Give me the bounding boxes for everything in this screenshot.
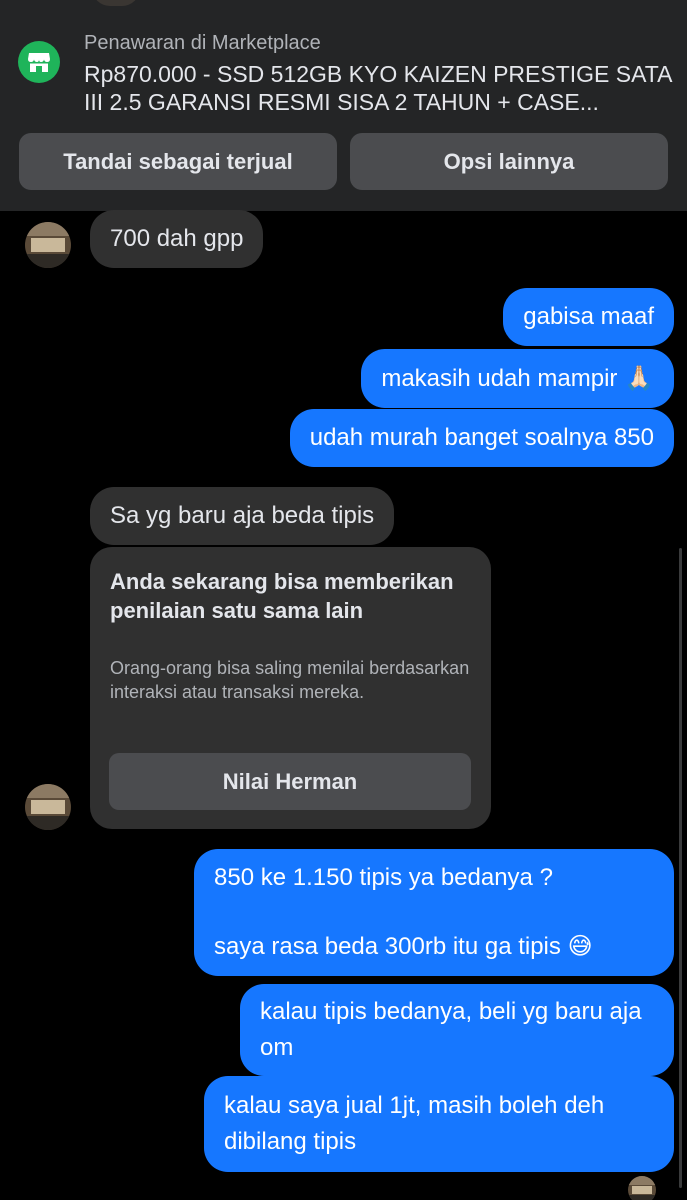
more-options-button[interactable]: Opsi lainnya	[350, 133, 668, 190]
message-bubble-outgoing[interactable]: 850 ke 1.150 tipis ya bedanya ? saya ras…	[194, 849, 674, 976]
message-text: Sa yg baru aja beda tipis	[110, 502, 375, 529]
read-receipt-avatar	[628, 1176, 656, 1200]
message-text: gabisa maaf	[523, 303, 654, 330]
banner-kicker: Penawaran di Marketplace	[84, 32, 321, 54]
avatar	[92, 0, 140, 6]
message-text-line: saya rasa beda 300rb itu ga tipis	[214, 933, 561, 960]
scrollbar[interactable]	[679, 548, 682, 1188]
rate-user-button[interactable]: Nilai Herman	[109, 753, 471, 810]
message-bubble-outgoing[interactable]: udah murah banget soalnya 850	[289, 409, 674, 467]
marketplace-shop-icon	[18, 41, 60, 83]
message-bubble-outgoing[interactable]: makasih udah mampir 🙏🏻	[361, 349, 674, 408]
folded-hands-icon: 🙏🏻	[624, 364, 654, 392]
marketplace-offer-banner: Penawaran di Marketplace Rp870.000 - SSD…	[0, 0, 687, 211]
message-bubble-incoming[interactable]: Sa yg baru aja beda tipis	[90, 487, 395, 545]
message-bubble-outgoing[interactable]: kalau saya jual 1jt, masih boleh deh dib…	[204, 1076, 674, 1172]
message-text: kalau tipis bedanya, beli yg baru aja om	[260, 998, 642, 1061]
rating-card-title: Anda sekarang bisa memberikan penilaian …	[110, 569, 454, 623]
message-text: kalau saya jual 1jt, masih boleh deh dib…	[224, 1092, 605, 1155]
avatar[interactable]	[25, 784, 71, 830]
message-text: 700 dah gpp	[110, 225, 244, 252]
listing-title[interactable]: Rp870.000 - SSD 512GB KYO KAIZEN PRESTIG…	[84, 60, 674, 116]
avatar[interactable]	[25, 222, 71, 268]
mark-as-sold-button[interactable]: Tandai sebagai terjual	[19, 133, 337, 190]
rating-card-description: Orang-orang bisa saling menilai berdasar…	[110, 658, 470, 702]
message-text-line: 850 ke 1.150 tipis ya bedanya ?	[214, 864, 553, 891]
grinning-sweat-icon: 😅	[567, 932, 593, 960]
message-bubble-incoming[interactable]: 700 dah gpp	[90, 210, 264, 268]
message-bubble-outgoing[interactable]: gabisa maaf	[503, 288, 674, 346]
message-text: udah murah banget soalnya 850	[309, 424, 654, 451]
message-bubble-outgoing[interactable]: kalau tipis bedanya, beli yg baru aja om	[240, 984, 674, 1076]
message-text: makasih udah mampir	[381, 365, 618, 392]
rating-prompt-card: Anda sekarang bisa memberikan penilaian …	[90, 547, 491, 829]
